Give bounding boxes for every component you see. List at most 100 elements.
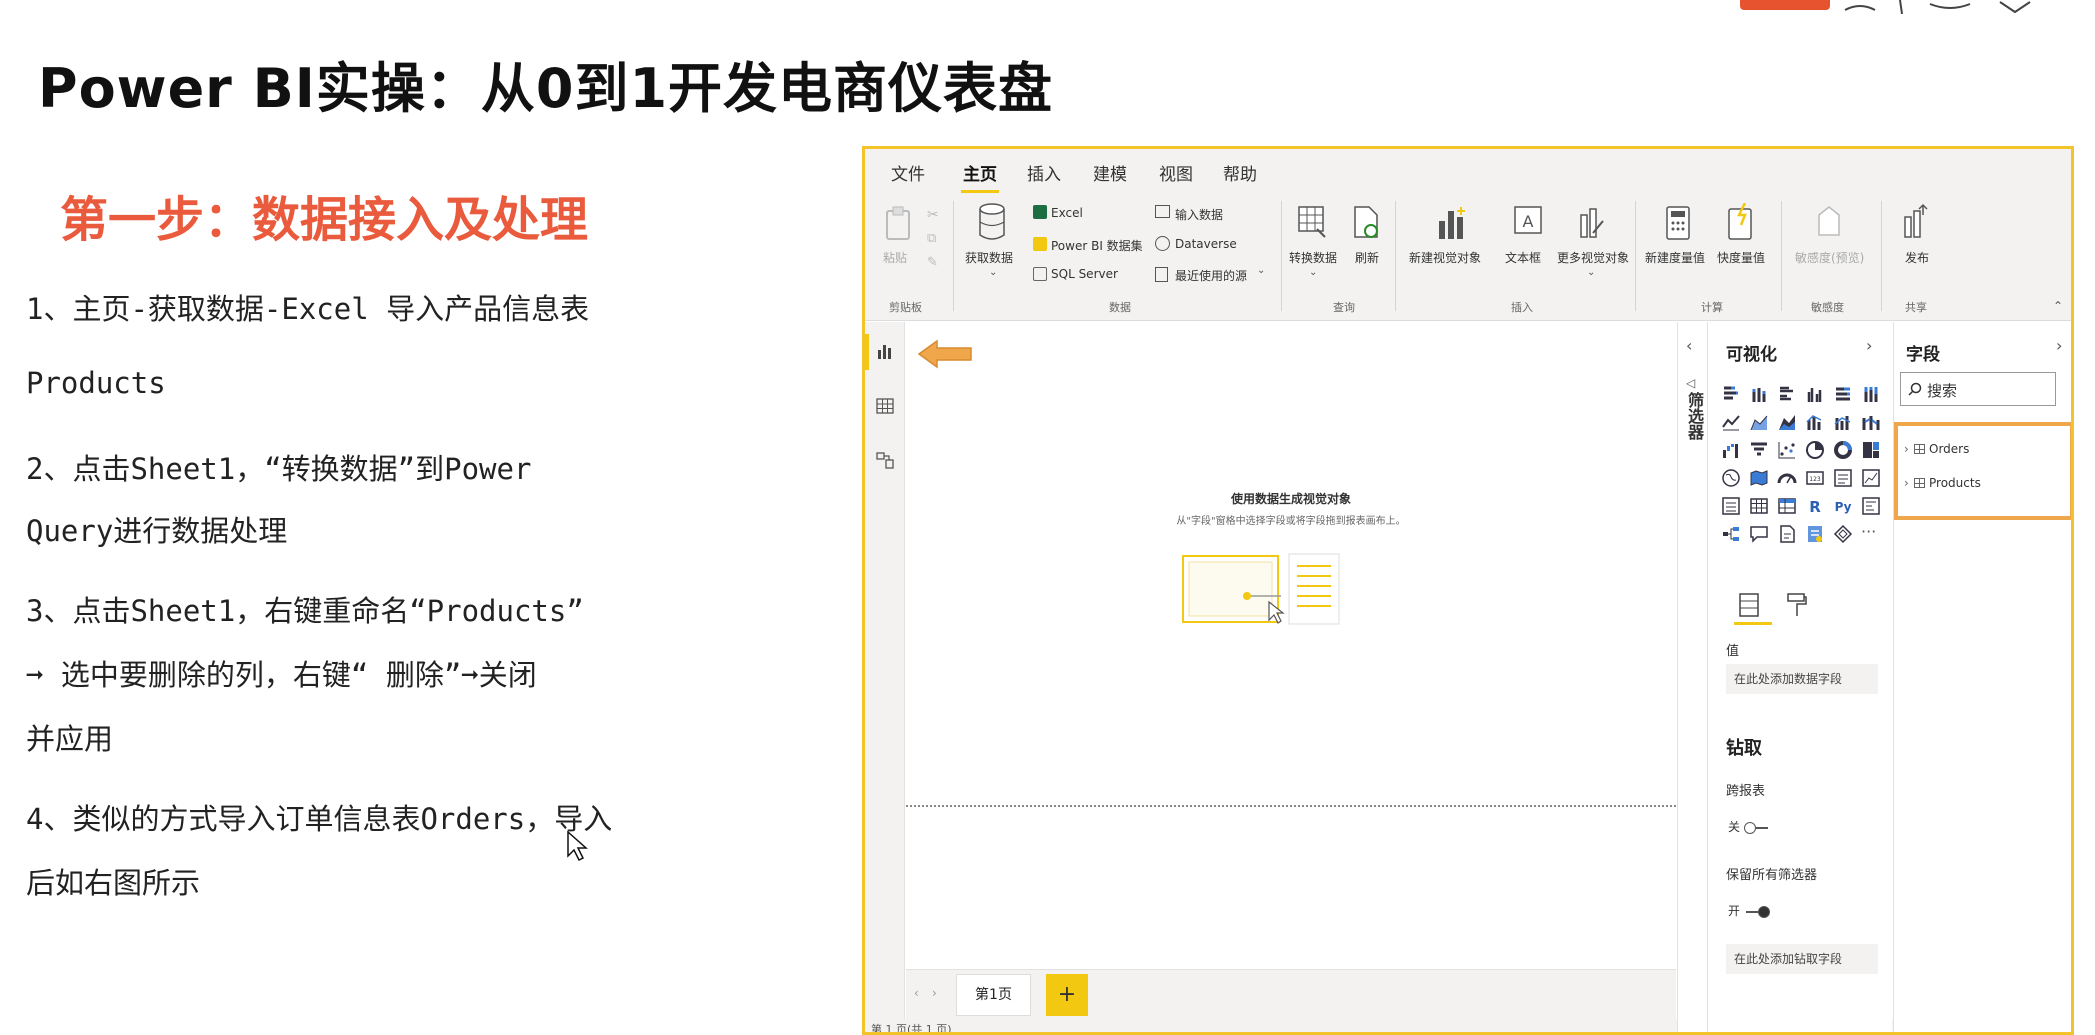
chevron-down-icon[interactable]: ⌄ bbox=[1309, 267, 1317, 278]
python-visual-icon[interactable]: Py bbox=[1833, 496, 1853, 516]
kpi-icon[interactable] bbox=[1861, 468, 1881, 488]
chevron-left-icon[interactable]: ‹ bbox=[1686, 336, 1692, 355]
tab-view[interactable]: 视图 bbox=[1159, 160, 1193, 185]
add-page-button[interactable]: + bbox=[1046, 974, 1088, 1016]
paste-button[interactable]: 粘贴 bbox=[883, 249, 907, 266]
build-visual-icon[interactable] bbox=[1738, 592, 1760, 618]
key-influencers-icon[interactable] bbox=[1861, 496, 1881, 516]
report-canvas[interactable]: 使用数据生成视觉对象 从"字段"窗格中选择字段或将字段拖到报表画布上。 bbox=[906, 322, 1676, 962]
transform-data-icon[interactable] bbox=[1297, 205, 1329, 241]
stacked-column-chart-icon[interactable] bbox=[1749, 384, 1769, 404]
table-icon[interactable] bbox=[1749, 496, 1769, 516]
tab-modeling[interactable]: 建模 bbox=[1093, 160, 1127, 185]
recent-sources-button[interactable]: 最近使用的源 bbox=[1175, 267, 1247, 284]
collapse-ribbon-icon[interactable]: ⌃ bbox=[2053, 299, 2063, 313]
quick-measure-button[interactable]: 快度量值 bbox=[1717, 249, 1765, 266]
copy-icon[interactable]: ⧉ bbox=[927, 231, 936, 246]
treemap-icon[interactable] bbox=[1861, 440, 1881, 460]
get-data-button[interactable]: 获取数据 bbox=[965, 249, 1013, 266]
filters-pane-collapsed[interactable]: ‹ ◁ 筛选器 bbox=[1677, 322, 1707, 1032]
sensitivity-icon[interactable] bbox=[1815, 205, 1843, 241]
field-table-orders[interactable]: › Orders bbox=[1904, 442, 1969, 456]
area-chart-icon[interactable] bbox=[1749, 412, 1769, 432]
excel-button[interactable]: Excel bbox=[1051, 206, 1083, 220]
qa-visual-icon[interactable] bbox=[1749, 524, 1769, 544]
line-column-chart-icon[interactable] bbox=[1805, 412, 1825, 432]
page-tab-1[interactable]: 第1页 bbox=[956, 974, 1031, 1016]
toggle-switch-icon[interactable] bbox=[1746, 905, 1771, 918]
quick-measure-icon[interactable] bbox=[1727, 203, 1755, 241]
drillthrough-drop-well[interactable]: 在此处添加钻取字段 bbox=[1726, 944, 1878, 974]
paste-icon[interactable] bbox=[883, 205, 913, 241]
stacked-bar-chart-icon[interactable] bbox=[1721, 384, 1741, 404]
toggle-switch-icon[interactable] bbox=[1744, 821, 1769, 834]
scatter-chart-icon[interactable] bbox=[1777, 440, 1797, 460]
text-box-button[interactable]: 文本框 bbox=[1505, 249, 1541, 266]
chevron-right-icon[interactable]: › bbox=[1866, 336, 1872, 355]
more-visuals-button[interactable]: 更多视觉对象 bbox=[1557, 249, 1629, 266]
cut-icon[interactable]: ✂ bbox=[927, 207, 939, 223]
tab-home[interactable]: 主页 bbox=[961, 160, 999, 193]
dataverse-button[interactable]: Dataverse bbox=[1175, 237, 1237, 251]
chevron-right-icon[interactable]: › bbox=[1904, 476, 1914, 490]
line-chart-icon[interactable] bbox=[1721, 412, 1741, 432]
publish-icon[interactable] bbox=[1901, 203, 1931, 241]
new-visual-icon[interactable] bbox=[1435, 205, 1469, 241]
more-visuals-icon[interactable] bbox=[1575, 205, 1607, 241]
filter-expand-icon[interactable]: ◁ bbox=[1686, 376, 1695, 390]
text-box-icon[interactable]: A bbox=[1513, 205, 1543, 241]
refresh-button[interactable]: 刷新 bbox=[1355, 249, 1379, 266]
gauge-icon[interactable] bbox=[1777, 468, 1797, 488]
tab-help[interactable]: 帮助 bbox=[1223, 160, 1257, 185]
refresh-icon[interactable] bbox=[1353, 205, 1381, 241]
matrix-icon[interactable] bbox=[1777, 496, 1797, 516]
chevron-down-icon[interactable]: ⌄ bbox=[1257, 265, 1265, 276]
waterfall-chart-icon[interactable] bbox=[1721, 440, 1741, 460]
powerbi-datasets-button[interactable]: Power BI 数据集 bbox=[1051, 237, 1143, 254]
sensitivity-button[interactable]: 敏感度(预览) bbox=[1795, 249, 1864, 266]
ribbon-chart-icon[interactable] bbox=[1861, 412, 1881, 432]
page-prev-icon[interactable]: ‹ bbox=[914, 986, 919, 1000]
new-measure-button[interactable]: 新建度量值 bbox=[1645, 249, 1705, 266]
publish-button[interactable]: 发布 bbox=[1905, 249, 1929, 266]
slicer-icon[interactable] bbox=[1721, 496, 1741, 516]
model-view-icon[interactable] bbox=[875, 450, 895, 470]
sql-server-button[interactable]: SQL Server bbox=[1051, 267, 1118, 281]
smart-narrative-icon[interactable] bbox=[1777, 524, 1797, 544]
100-stacked-column-chart-icon[interactable] bbox=[1861, 384, 1881, 404]
field-table-products[interactable]: › Products bbox=[1904, 476, 1981, 490]
format-paint-roller-icon[interactable] bbox=[1786, 592, 1808, 618]
fields-search-input[interactable]: 搜索 bbox=[1900, 372, 2056, 406]
pie-chart-icon[interactable] bbox=[1805, 440, 1825, 460]
values-drop-well[interactable]: 在此处添加数据字段 bbox=[1726, 664, 1878, 694]
multi-row-card-icon[interactable] bbox=[1833, 468, 1853, 488]
new-measure-icon[interactable] bbox=[1665, 205, 1691, 241]
map-icon[interactable] bbox=[1721, 468, 1741, 488]
chevron-right-icon[interactable]: › bbox=[2056, 336, 2062, 355]
paginated-report-icon[interactable] bbox=[1805, 524, 1825, 544]
get-data-icon[interactable] bbox=[977, 203, 1007, 243]
format-painter-icon[interactable]: ✎ bbox=[927, 255, 938, 270]
power-apps-icon[interactable] bbox=[1833, 524, 1853, 544]
card-icon[interactable]: 123 bbox=[1805, 468, 1825, 488]
stacked-area-chart-icon[interactable] bbox=[1777, 412, 1797, 432]
tab-file[interactable]: 文件 bbox=[891, 160, 925, 185]
enter-data-button[interactable]: 输入数据 bbox=[1175, 206, 1223, 223]
r-visual-icon[interactable]: R bbox=[1805, 496, 1825, 516]
clustered-bar-chart-icon[interactable] bbox=[1777, 384, 1797, 404]
cross-report-toggle[interactable]: 关 bbox=[1728, 818, 1769, 835]
funnel-chart-icon[interactable] bbox=[1749, 440, 1769, 460]
line-stacked-column-chart-icon[interactable] bbox=[1833, 412, 1853, 432]
chevron-down-icon[interactable]: ⌄ bbox=[1587, 267, 1595, 278]
chevron-right-icon[interactable]: › bbox=[1904, 442, 1914, 456]
page-next-icon[interactable]: › bbox=[932, 986, 937, 1000]
donut-chart-icon[interactable] bbox=[1833, 440, 1853, 460]
report-view-icon[interactable] bbox=[875, 342, 895, 362]
data-view-icon[interactable] bbox=[875, 396, 895, 416]
more-options-icon[interactable]: ··· bbox=[1861, 522, 1881, 542]
new-visual-button[interactable]: 新建视觉对象 bbox=[1409, 249, 1481, 266]
clustered-column-chart-icon[interactable] bbox=[1805, 384, 1825, 404]
100-stacked-bar-chart-icon[interactable] bbox=[1833, 384, 1853, 404]
tab-insert[interactable]: 插入 bbox=[1027, 160, 1061, 185]
transform-data-button[interactable]: 转换数据 bbox=[1289, 249, 1337, 266]
